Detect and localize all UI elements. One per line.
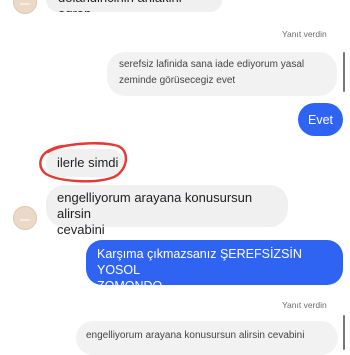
reply-label: Yanıt verdin bbox=[282, 300, 327, 310]
quoted-text-line: serefsiz lafinida sana iade ediyorum yas… bbox=[119, 59, 305, 70]
message-text: Karşıma çıkmazsanız ŞEREFSİZSİN YOSOL bbox=[97, 247, 302, 277]
quoted-text-line: zeminde görüsecegiz evet bbox=[119, 75, 236, 86]
message-text: dolandiricinin ahlakini ogren bbox=[58, 0, 182, 12]
message-text: ZOMONDO bbox=[97, 279, 163, 293]
highlight-circle-annotation bbox=[39, 142, 127, 183]
quoted-reply-message[interactable]: serefsiz lafinida sana iade ediyorum yas… bbox=[107, 52, 337, 96]
reply-indicator-bar bbox=[343, 52, 345, 92]
incoming-message-engelliyorum[interactable]: engelliyorum arayana konusursun alirsin … bbox=[46, 185, 288, 237]
outgoing-message-long[interactable]: Karşıma çıkmazsanız ŞEREFSİZSİN YOSOL ZO… bbox=[86, 240, 343, 293]
reply-indicator-bar bbox=[343, 315, 345, 350]
avatar-face-icon bbox=[20, 219, 30, 221]
avatar-face-icon bbox=[20, 3, 30, 5]
reply-label: Yanıt verdin bbox=[282, 29, 327, 39]
message-text: cevabini bbox=[57, 222, 105, 237]
contact-avatar-top[interactable] bbox=[13, 0, 37, 14]
contact-avatar[interactable] bbox=[13, 206, 37, 230]
message-text: Evet bbox=[307, 113, 333, 127]
incoming-message-partial[interactable]: dolandiricinin ahlakini ogren bbox=[46, 0, 222, 12]
outgoing-message-evet[interactable]: Evet bbox=[298, 103, 343, 136]
quoted-text-line: engelliyorum arayana konusursun alirsin … bbox=[86, 330, 305, 341]
message-text: engelliyorum arayana konusursun alirsin bbox=[57, 190, 253, 221]
